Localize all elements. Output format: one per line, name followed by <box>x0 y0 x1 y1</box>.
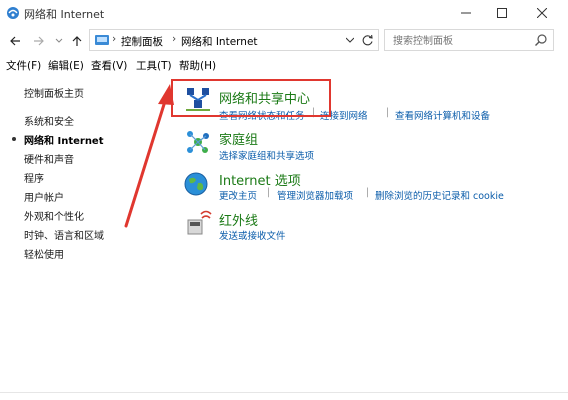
link-manage-addons[interactable]: 管理浏览器加载项 <box>277 188 353 202</box>
link-delete-browsing-history[interactable]: 删除浏览的历史记录和 cookie <box>375 188 504 202</box>
main-content: 网络和共享中心 查看网络状态和任务 | 连接到网络 | 查看网络计算机和设备 家… <box>0 0 568 400</box>
control-panel-window: 网络和 Internet › 控制面板 › 网络和 Internet 搜索控制面… <box>0 0 568 400</box>
link-change-homepage[interactable]: 更改主页 <box>219 188 257 202</box>
bottom-divider <box>0 392 568 393</box>
link-choose-homegroup-options[interactable]: 选择家庭组和共享选项 <box>219 148 314 162</box>
link-separator: | <box>267 187 271 198</box>
category-title-homegroup[interactable]: 家庭组 <box>219 129 258 148</box>
link-separator: | <box>386 107 390 118</box>
highlight-box <box>171 79 331 117</box>
link-send-receive-file[interactable]: 发送或接收文件 <box>219 228 286 242</box>
link-view-network-computers[interactable]: 查看网络计算机和设备 <box>395 108 490 122</box>
homegroup-icon[interactable] <box>184 128 212 156</box>
category-title-internet-options[interactable]: Internet 选项 <box>219 170 301 189</box>
infrared-icon[interactable] <box>184 208 212 236</box>
category-title-infrared[interactable]: 红外线 <box>219 210 258 229</box>
internet-options-icon[interactable] <box>182 170 210 198</box>
link-separator: | <box>366 187 370 198</box>
